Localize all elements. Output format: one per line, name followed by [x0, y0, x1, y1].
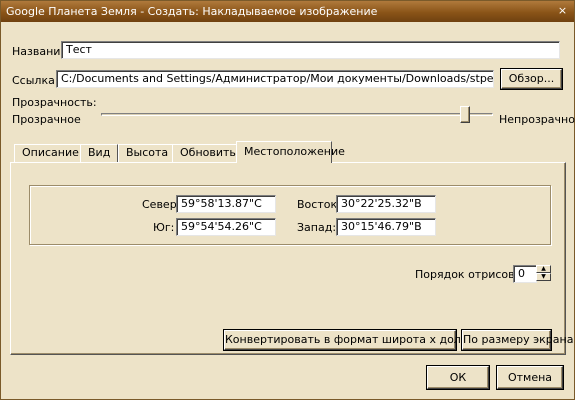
convert-format-button[interactable]: Конвертировать в формат широта x долгота…: [224, 330, 527, 350]
spin-down-icon[interactable]: ▼: [536, 273, 551, 281]
south-input[interactable]: 59°54'54.26"С: [176, 218, 276, 236]
north-label: Север:: [142, 198, 181, 211]
draw-order-input[interactable]: 0: [513, 265, 537, 283]
west-input[interactable]: 30°15'46.79"В: [336, 218, 436, 236]
tab-refresh[interactable]: Обновить: [172, 144, 244, 162]
tab-view[interactable]: Вид: [80, 144, 119, 162]
close-icon[interactable]: ×: [555, 3, 570, 18]
tab-location[interactable]: Местоположение: [236, 141, 345, 163]
north-input[interactable]: 59°58'13.87"С: [176, 195, 276, 213]
window-title: Google Планета Земля - Создать: Накладыв…: [6, 5, 378, 18]
tab-altitude[interactable]: Высота: [118, 144, 177, 162]
link-input[interactable]: C:/Documents and Settings/Администратор/…: [56, 70, 494, 88]
title-bar[interactable]: Google Планета Земля - Создать: Накладыв…: [1, 1, 574, 22]
ok-button[interactable]: ОК: [427, 366, 489, 389]
east-input[interactable]: 30°22'25.32"В: [336, 195, 436, 213]
fit-screen-button[interactable]: По размеру экрана: [462, 330, 573, 350]
transparency-slider-thumb[interactable]: [460, 106, 470, 123]
transparency-max-label: Непрозрачное: [499, 113, 575, 126]
transparency-min-label: Прозрачное: [12, 113, 81, 126]
cancel-button[interactable]: Отмена: [497, 366, 563, 389]
name-input[interactable]: Тест: [61, 41, 560, 59]
coordinates-group: [29, 185, 551, 245]
east-label: Восток:: [297, 198, 341, 211]
link-label: Ссылка:: [12, 74, 59, 87]
transparency-slider-track[interactable]: [101, 113, 493, 116]
west-label: Запад:: [297, 221, 337, 234]
browse-button[interactable]: Обзор...: [501, 69, 562, 89]
tab-description[interactable]: Описание: [14, 144, 87, 162]
transparency-label: Прозрачность:: [12, 96, 97, 109]
overlay-dialog: Google Планета Земля - Создать: Накладыв…: [0, 0, 575, 400]
spin-up-icon[interactable]: ▲: [536, 265, 551, 273]
south-label: Юг:: [153, 221, 175, 234]
